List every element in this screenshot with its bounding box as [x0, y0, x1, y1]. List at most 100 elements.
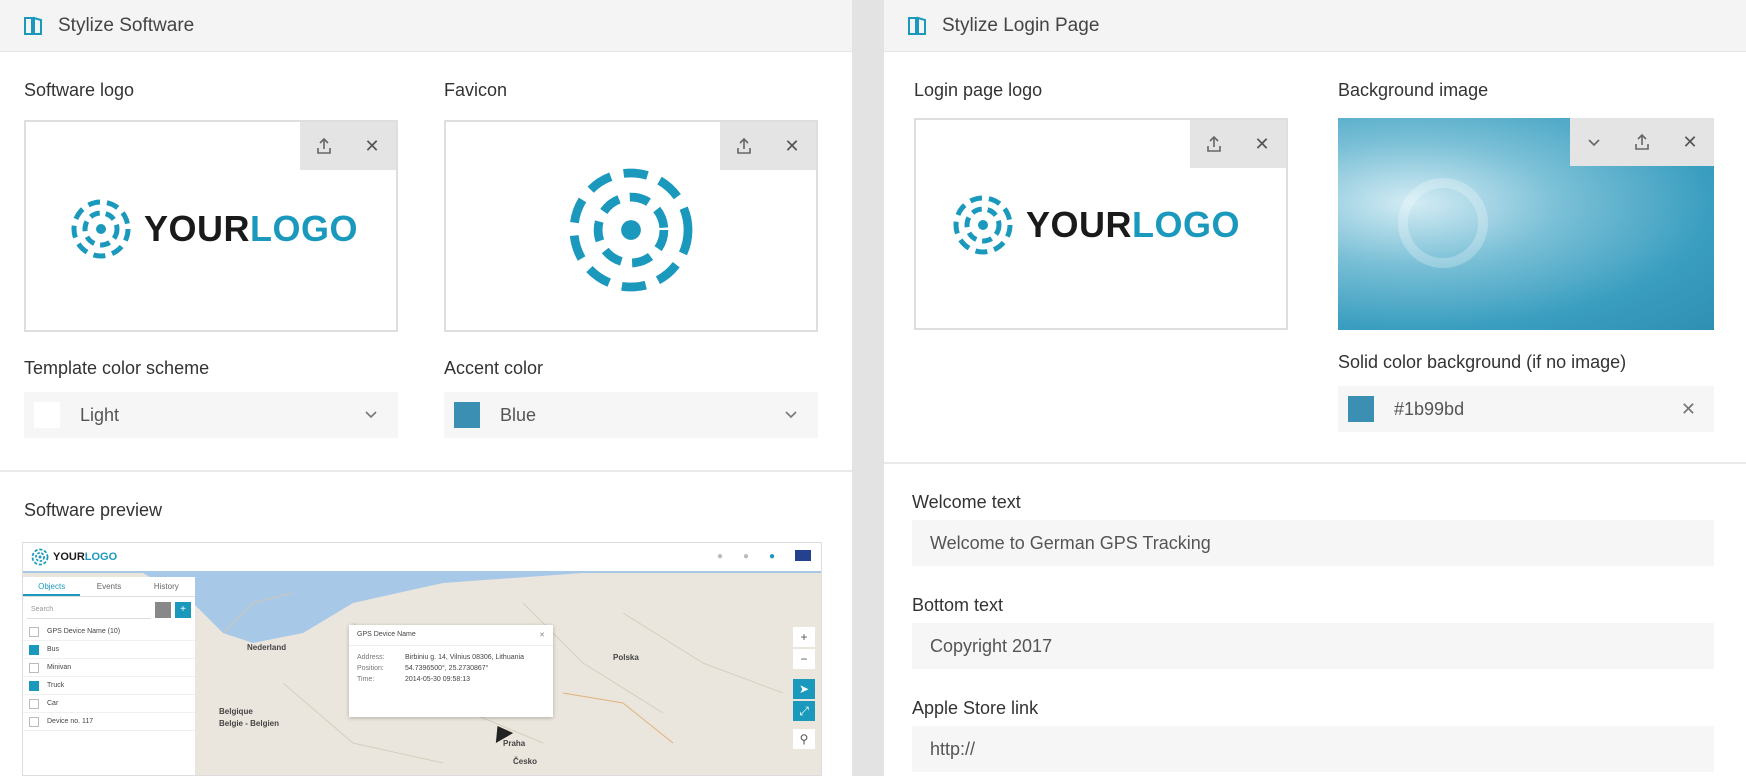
stylize-login-panel: Stylize Login Page Login page logo ✕ YOU… — [884, 0, 1746, 776]
upload-icon — [737, 137, 751, 154]
chevron-down-icon — [365, 411, 377, 419]
logo-preview: YOURLOGO — [952, 194, 1240, 256]
remove-button[interactable]: ✕ — [768, 122, 816, 170]
device-popup: GPS Device Name ✕ Address: Birbiniu g. 14… — [349, 625, 553, 717]
divider — [0, 470, 852, 472]
user-icon[interactable]: ● — [769, 551, 775, 562]
filter-button[interactable] — [155, 602, 171, 618]
group-name: GPS Device Name (10) — [47, 628, 121, 635]
upload-button[interactable] — [300, 122, 348, 170]
logo-symbol-icon — [71, 199, 131, 259]
list-item[interactable]: Minivan — [23, 659, 195, 677]
tab-objects[interactable]: Objects — [23, 577, 81, 596]
fullscreen-button[interactable]: ⤢ — [793, 701, 815, 721]
logo-preview: YOURLOGO — [70, 198, 358, 260]
group-row[interactable]: GPS Device Name (10) — [23, 623, 195, 641]
checkbox[interactable] — [29, 626, 39, 637]
favicon-label: Favicon — [444, 80, 508, 100]
search-input[interactable]: Search — [27, 601, 151, 619]
apple-store-label: Apple Store link — [912, 698, 1039, 718]
login-logo-box: ✕ YOURLOGO — [914, 118, 1288, 330]
flag-icon[interactable] — [795, 550, 811, 561]
logo-symbol-icon — [31, 548, 49, 566]
device-name: Bus — [47, 646, 60, 653]
map-label: Polska — [613, 653, 639, 662]
upload-button[interactable] — [1190, 120, 1238, 168]
add-button[interactable]: + — [175, 602, 191, 618]
zoom-in-button[interactable]: + — [793, 627, 815, 647]
logo-wordmark: YOURLOGO — [144, 208, 359, 249]
list-item[interactable]: Truck — [23, 677, 195, 695]
welcome-text-input[interactable]: Welcome to German GPS Tracking — [912, 520, 1714, 566]
upload-icon — [1207, 135, 1221, 152]
select-value: Light — [80, 404, 120, 425]
panel-header: Stylize Software — [0, 0, 852, 52]
solid-bg-label: Solid color background (if no image) — [1338, 352, 1627, 372]
background-image-label: Background image — [1338, 80, 1489, 100]
navigate-button[interactable]: ➤ — [793, 679, 815, 699]
device-name: Truck — [47, 682, 65, 689]
popup-header: GPS Device Name ✕ — [349, 625, 553, 646]
list-item[interactable]: Device no. 117 — [23, 713, 195, 731]
favicon-box: ✕ — [444, 120, 818, 332]
color-swatch — [34, 402, 60, 428]
tab-history[interactable]: History — [138, 577, 195, 596]
bottom-text-input[interactable]: Copyright 2017 — [912, 623, 1714, 669]
tab-events[interactable]: Events — [80, 577, 137, 596]
upload-icon — [317, 137, 331, 154]
upload-button[interactable] — [1618, 118, 1666, 166]
remove-button[interactable]: ✕ — [1666, 118, 1714, 166]
time-label: Time: — [357, 676, 375, 683]
map-label: Praha — [503, 739, 526, 748]
panels-icon — [24, 16, 42, 35]
location-pin-icon[interactable]: ⚲ — [793, 729, 815, 749]
bottom-text-label: Bottom text — [912, 595, 1004, 615]
map-label: Belgie - Belgien — [219, 719, 280, 728]
list-item[interactable]: Car — [23, 695, 195, 713]
dropdown-button[interactable] — [1570, 118, 1618, 166]
favicon-symbol-icon — [569, 168, 693, 292]
panel-title: Stylize Login Page — [942, 14, 1100, 36]
accent-color-select[interactable]: Blue — [444, 392, 818, 438]
close-icon: ✕ — [784, 135, 800, 156]
settings-icon[interactable]: ● — [743, 551, 749, 562]
device-name: Car — [47, 700, 59, 707]
remove-button[interactable]: ✕ — [1238, 120, 1286, 168]
device-name: Minivan — [47, 664, 72, 671]
checkbox[interactable] — [29, 662, 39, 673]
checkbox[interactable] — [29, 716, 39, 727]
preview-topbar: YOURLOGO ● ● ● — [23, 543, 821, 571]
software-logo-label: Software logo — [24, 80, 135, 100]
solid-bg-field[interactable]: #1b99bd ✕ — [1338, 386, 1714, 432]
logo-symbol-icon — [953, 195, 1013, 255]
close-icon: ✕ — [1254, 133, 1270, 154]
select-value: Blue — [500, 404, 537, 425]
divider — [884, 462, 1746, 464]
address-label: Address: — [357, 654, 385, 661]
upload-button[interactable] — [720, 122, 768, 170]
chevron-down-icon — [1588, 139, 1600, 147]
close-icon: ✕ — [1682, 131, 1698, 152]
zoom-out-button[interactable]: − — [793, 649, 815, 669]
position-label: Position: — [357, 665, 384, 672]
logo-wordmark: YOURLOGO — [1026, 204, 1241, 245]
background-decoration — [1398, 178, 1488, 268]
tool-icon[interactable]: ● — [717, 551, 723, 562]
apple-store-input[interactable]: http:// — [912, 726, 1714, 772]
close-icon[interactable]: ✕ — [539, 631, 545, 639]
checkbox[interactable] — [29, 698, 39, 709]
time-value: 2014-05-30 09:58:13 — [405, 676, 470, 683]
template-color-select[interactable]: Light — [24, 392, 398, 438]
welcome-text-label: Welcome text — [912, 492, 1021, 512]
list-item[interactable]: Bus — [23, 641, 195, 659]
map-label: Nederland — [247, 643, 287, 652]
preview-tabs: Objects Events History — [23, 577, 195, 597]
remove-button[interactable]: ✕ — [348, 122, 396, 170]
checkbox[interactable] — [29, 680, 39, 691]
map-label: Česko — [513, 757, 538, 766]
checkbox[interactable] — [29, 644, 39, 655]
software-preview-label: Software preview — [24, 500, 163, 520]
close-icon[interactable]: ✕ — [1681, 399, 1696, 420]
panel-title: Stylize Software — [58, 14, 195, 36]
software-logo-box: ✕ YOURLOGO — [24, 120, 398, 332]
